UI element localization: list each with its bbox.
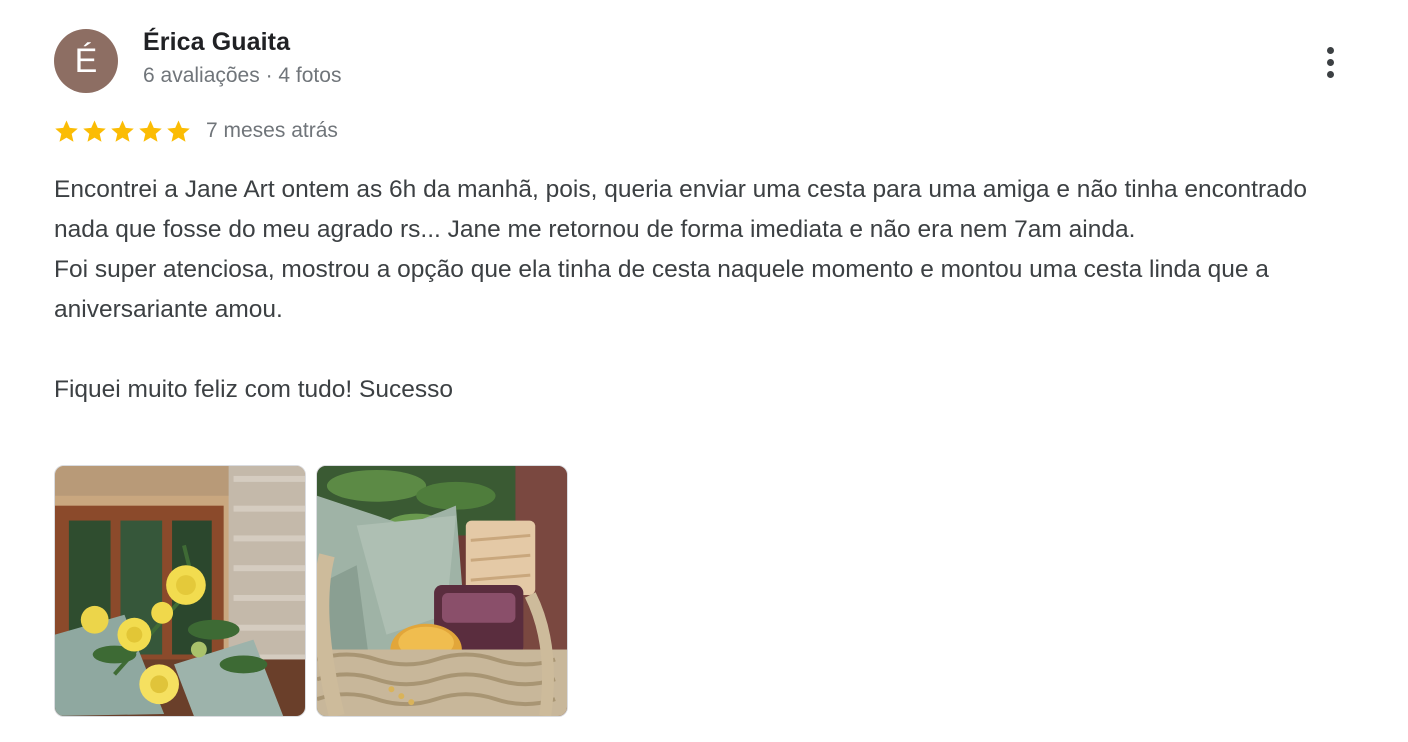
star-icon: [137, 118, 164, 145]
star-icon: [165, 118, 192, 145]
more-vert-icon-dot: [1326, 58, 1334, 66]
author-meta[interactable]: 6 avaliações · 4 fotos: [143, 64, 341, 88]
author-name[interactable]: Érica Guaita: [143, 28, 290, 57]
review-photo-basket[interactable]: [316, 465, 568, 717]
review-closing: Fiquei muito feliz com tudo! Sucesso: [54, 376, 453, 403]
yellow-roses-photo: [55, 466, 305, 716]
review-text: Encontrei a Jane Art ontem as 6h da manh…: [54, 170, 1354, 410]
gift-basket-photo: [317, 466, 567, 716]
more-options-button[interactable]: [1310, 40, 1350, 84]
avatar[interactable]: É: [54, 29, 118, 93]
star-icon: [81, 118, 108, 145]
star-rating: [53, 118, 192, 145]
rating-row: 7 meses atrás: [53, 115, 338, 147]
review-photos: [54, 465, 568, 717]
review-paragraph: Foi super atenciosa, mostrou a opção que…: [54, 256, 1269, 323]
star-icon: [109, 118, 136, 145]
review-date: 7 meses atrás: [206, 119, 338, 142]
star-icon: [53, 118, 80, 145]
review-paragraph: Encontrei a Jane Art ontem as 6h da manh…: [54, 176, 1307, 243]
review-card: É Érica Guaita 6 avaliações · 4 fotos 7 …: [0, 0, 1408, 742]
review-photo-roses[interactable]: [54, 465, 306, 717]
more-vert-icon-dot: [1326, 70, 1334, 78]
avatar-initial: É: [74, 41, 98, 80]
more-vert-icon: [1326, 46, 1334, 54]
